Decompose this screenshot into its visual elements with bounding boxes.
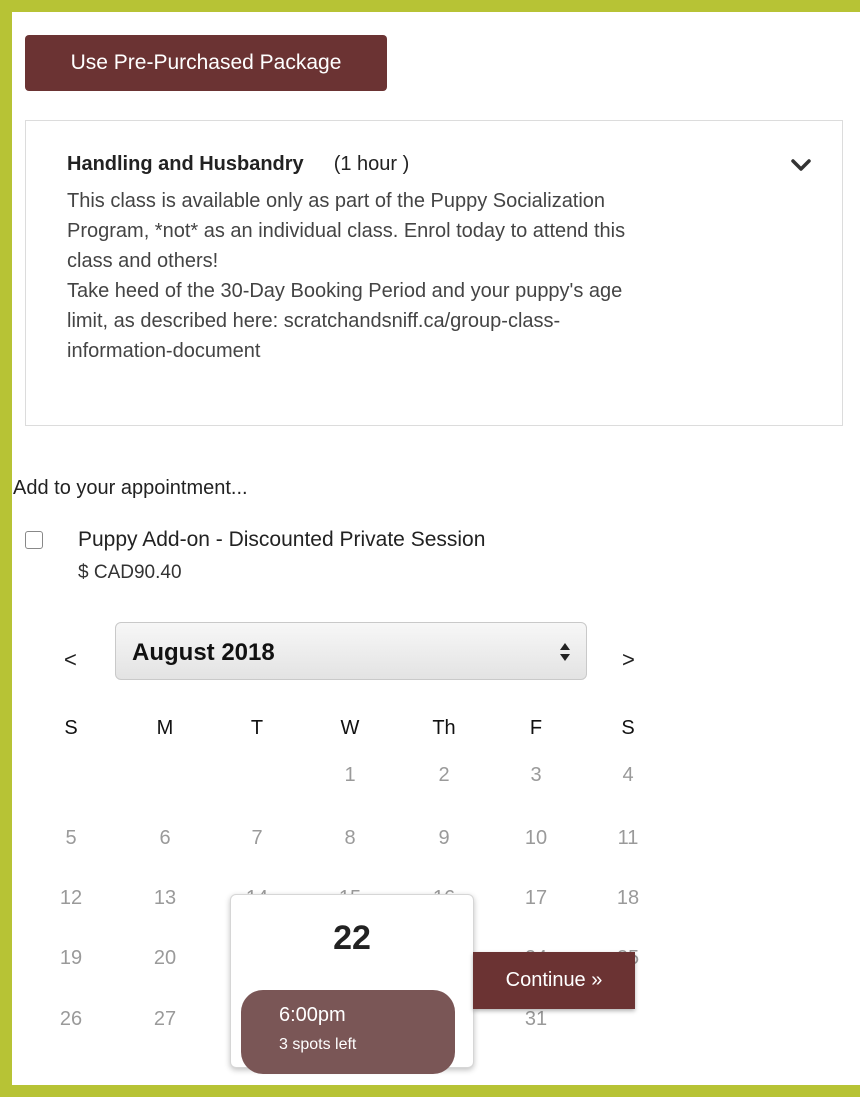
service-header: Handling and Husbandry (1 hour ) xyxy=(67,153,409,176)
weekday-label: S xyxy=(621,717,635,739)
calendar-day[interactable]: 1 xyxy=(320,764,380,787)
weekday-label: T xyxy=(250,717,264,739)
calendar-day[interactable]: 31 xyxy=(506,1008,566,1031)
calendar-day[interactable]: 11 xyxy=(598,827,658,850)
weekday-label: F xyxy=(529,717,543,739)
continue-button[interactable]: Continue » xyxy=(473,952,635,1009)
calendar-day[interactable]: 13 xyxy=(135,887,195,910)
calendar-day[interactable]: 2 xyxy=(414,764,474,787)
addons-heading: Add to your appointment... xyxy=(13,477,248,499)
addon-checkbox[interactable] xyxy=(25,531,43,549)
weekday-label: Th xyxy=(432,717,456,739)
weekday-label: M xyxy=(156,717,174,739)
calendar-day[interactable]: 26 xyxy=(41,1008,101,1031)
slot-spots-left: 3 spots left xyxy=(279,1036,357,1053)
time-slot-popup: 22 6:00pm 3 spots left xyxy=(230,894,474,1074)
calendar-day[interactable]: 18 xyxy=(598,887,658,910)
calendar-day[interactable]: 27 xyxy=(135,1008,195,1031)
time-slot-button[interactable]: 6:00pm 3 spots left xyxy=(241,990,455,1074)
description-line: Program, *not* as an individual class. E… xyxy=(67,220,626,242)
calendar-day[interactable]: 20 xyxy=(135,947,195,970)
service-description: This class is available only as part of … xyxy=(67,186,787,366)
calendar-day[interactable]: 17 xyxy=(506,887,566,910)
calendar-day[interactable]: 12 xyxy=(41,887,101,910)
description-line: class and others! xyxy=(67,250,219,272)
calendar-day[interactable]: 4 xyxy=(598,764,658,787)
calendar-day[interactable]: 6 xyxy=(135,827,195,850)
prev-month-button[interactable]: < xyxy=(64,647,77,673)
select-arrows-icon xyxy=(560,643,570,661)
month-select-value: August 2018 xyxy=(132,639,275,666)
month-select[interactable]: August 2018 xyxy=(115,622,587,680)
slot-time: 6:00pm xyxy=(279,1004,346,1026)
booking-panel: Use Pre-Purchased Package Handling and H… xyxy=(12,12,860,1085)
next-month-button[interactable]: > xyxy=(622,647,635,673)
weekday-label: S xyxy=(64,717,78,739)
description-line: Take heed of the 30-Day Booking Period a… xyxy=(67,280,623,302)
use-package-button[interactable]: Use Pre-Purchased Package xyxy=(25,35,387,91)
chevron-down-icon[interactable] xyxy=(790,157,812,173)
weekday-label: W xyxy=(340,717,360,739)
calendar-day[interactable]: 8 xyxy=(320,827,380,850)
popup-day-number: 22 xyxy=(333,919,371,957)
calendar-day[interactable]: 9 xyxy=(414,827,474,850)
description-line: information-document xyxy=(67,340,261,362)
addon-name: Puppy Add-on - Discounted Private Sessio… xyxy=(78,528,486,551)
calendar-day[interactable]: 10 xyxy=(506,827,566,850)
addon-price: $ CAD90.40 xyxy=(78,562,182,583)
description-line: limit, as described here: scratchandsnif… xyxy=(67,310,561,332)
service-name: Handling and Husbandry xyxy=(67,153,304,175)
description-line: This class is available only as part of … xyxy=(67,190,606,212)
calendar-day[interactable]: 19 xyxy=(41,947,101,970)
service-duration: (1 hour ) xyxy=(333,153,410,175)
calendar-day[interactable]: 5 xyxy=(41,827,101,850)
service-details-box: Handling and Husbandry (1 hour ) This cla… xyxy=(25,120,843,426)
calendar-day[interactable]: 3 xyxy=(506,764,566,787)
calendar-day[interactable]: 7 xyxy=(227,827,287,850)
